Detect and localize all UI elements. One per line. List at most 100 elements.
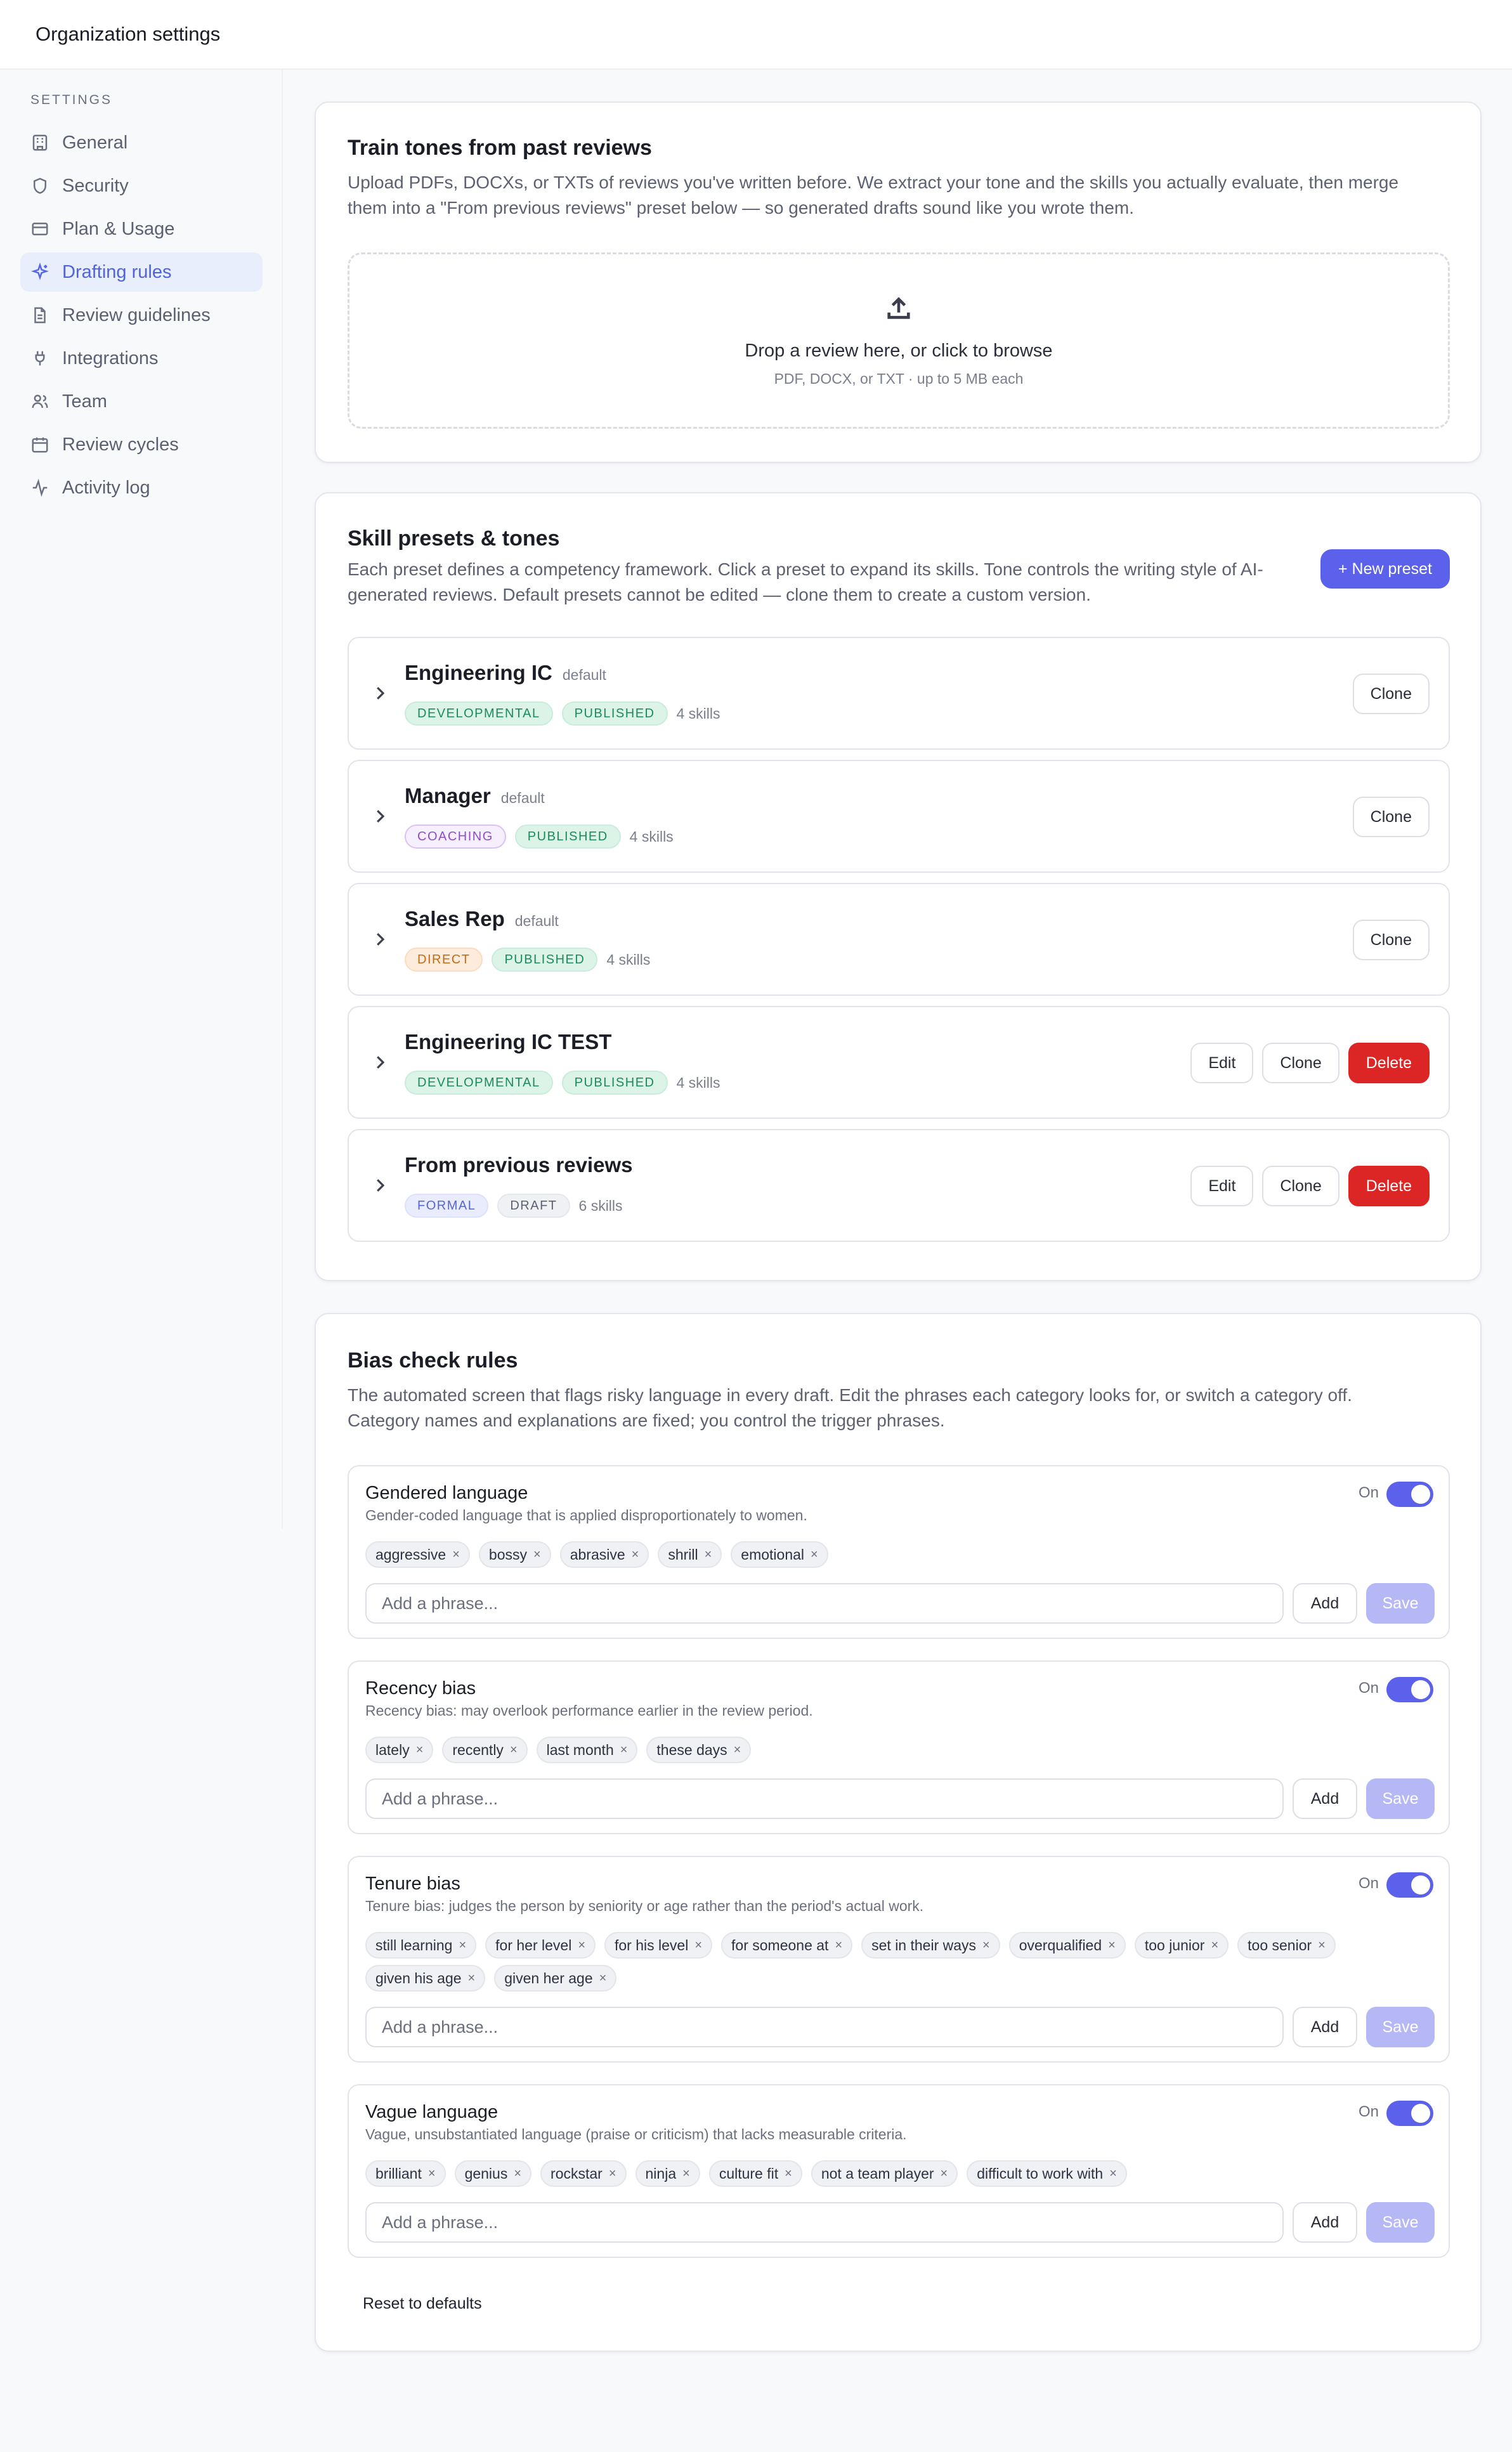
remove-icon[interactable]: × [811,1548,818,1562]
clone-button[interactable]: Clone [1352,920,1430,960]
sidebar-item-label: Integrations [62,348,159,368]
remove-icon[interactable]: × [1211,1938,1218,1953]
save-button[interactable]: Save [1366,2007,1435,2047]
rule-description: Recency bias: may overlook performance e… [365,1702,813,1719]
reset-to-defaults-button[interactable]: Reset to defaults [363,2295,482,2313]
sidebar-item-security[interactable]: Security [20,166,263,205]
remove-icon[interactable]: × [694,1938,702,1953]
remove-icon[interactable]: × [941,2167,948,2181]
sidebar-item-review-cycles[interactable]: Review cycles [20,425,263,464]
sidebar-item-plan-usage[interactable]: Plan & Usage [20,209,263,249]
remove-icon[interactable]: × [1109,2167,1117,2181]
phrase-chip: abrasive × [559,1541,649,1568]
skills-count: 6 skills [578,1197,623,1214]
add-phrase-input[interactable] [365,1778,1284,1819]
sidebar-item-integrations[interactable]: Integrations [20,339,263,378]
preset-row-sales-rep[interactable]: Sales Rep default DIRECT PUBLISHED 4 skil… [348,883,1450,996]
add-phrase-button[interactable]: Add [1293,1583,1357,1624]
remove-icon[interactable]: × [578,1938,585,1953]
save-button[interactable]: Save [1366,2202,1435,2243]
phrase-chips: brilliant × genius × rockstar × ninja × cult… [365,2160,1437,2193]
remove-icon[interactable]: × [416,1743,424,1757]
sidebar-item-activity-log[interactable]: Activity log [20,468,263,507]
chip-label: for someone at [731,1936,829,1953]
remove-icon[interactable]: × [459,1938,466,1953]
remove-icon[interactable]: × [632,1548,639,1562]
preset-row-from-previous-reviews[interactable]: From previous reviews FORMAL DRAFT 6 ski… [348,1129,1450,1242]
rule-toggle[interactable] [1386,2101,1433,2126]
remove-icon[interactable]: × [514,2167,521,2181]
preset-row-engineering-ic-test[interactable]: Engineering IC TEST DEVELOPMENTAL PUBLIS… [348,1006,1450,1119]
rule-description: Vague, unsubstantiated language (praise … [365,2126,907,2142]
clone-button[interactable]: Clone [1262,1166,1339,1206]
sidebar-item-review-guidelines[interactable]: Review guidelines [20,296,263,335]
chevron-right-icon[interactable] [370,1053,389,1072]
remove-icon[interactable]: × [510,1743,518,1757]
sidebar-item-general[interactable]: General [20,123,263,162]
rule-toggle[interactable] [1386,1872,1433,1898]
edit-button[interactable]: Edit [1190,1166,1254,1206]
phrase-chip: these days × [646,1737,752,1763]
remove-icon[interactable]: × [452,1548,460,1562]
add-phrase-row: Add Save [365,1583,1437,1624]
sidebar-item-label: Review guidelines [62,304,211,325]
phrase-chip: last month × [536,1737,638,1763]
sidebar-item-drafting-rules[interactable]: Drafting rules [20,252,263,292]
clone-button[interactable]: Clone [1352,797,1430,837]
add-phrase-button[interactable]: Add [1293,2007,1357,2047]
rule-toggle[interactable] [1386,1677,1433,1702]
edit-button[interactable]: Edit [1190,1043,1254,1083]
preset-row-manager[interactable]: Manager default COACHING PUBLISHED 4 skil… [348,760,1450,873]
chevron-right-icon[interactable] [370,1176,389,1195]
clone-button[interactable]: Clone [1262,1043,1339,1083]
add-phrase-button[interactable]: Add [1293,1778,1357,1819]
remove-icon[interactable]: × [620,1743,628,1757]
chip-label: too senior [1248,1936,1312,1953]
phrase-chip: culture fit × [708,2160,802,2187]
remove-icon[interactable]: × [835,1938,842,1953]
status-badge: PUBLISHED [514,825,621,849]
chevron-right-icon[interactable] [370,684,389,703]
clone-button[interactable]: Clone [1352,674,1430,714]
chip-label: aggressive [375,1546,446,1563]
add-phrase-input[interactable] [365,2202,1284,2243]
remove-icon[interactable]: × [982,1938,990,1953]
remove-icon[interactable]: × [785,2167,792,2181]
sidebar-item-team[interactable]: Team [20,382,263,421]
preset-actions: Clone [1344,797,1430,837]
bias-rules-title: Bias check rules [348,1348,518,1373]
remove-icon[interactable]: × [1318,1938,1326,1953]
phrase-chip: for his level × [604,1932,713,1959]
add-phrase-input[interactable] [365,1583,1284,1624]
remove-icon[interactable]: × [428,2167,436,2181]
remove-icon[interactable]: × [1108,1938,1116,1953]
add-phrase-button[interactable]: Add [1293,2202,1357,2243]
preset-actions: Clone [1344,674,1430,714]
toggle-label: On [1358,2103,1379,2120]
toggle-label: On [1358,1484,1379,1501]
remove-icon[interactable]: × [609,2167,616,2181]
delete-button[interactable]: Delete [1348,1166,1430,1206]
skills-count: 4 skills [676,1074,720,1091]
remove-icon[interactable]: × [533,1548,541,1562]
review-dropzone[interactable]: Drop a review here, or click to browse P… [348,252,1450,429]
preset-row-engineering-ic[interactable]: Engineering IC default DEVELOPMENTAL PUBL… [348,637,1450,750]
chevron-right-icon[interactable] [370,807,389,826]
new-preset-button[interactable]: + New preset [1320,549,1450,589]
document-icon [30,306,49,325]
remove-icon[interactable]: × [468,1971,476,1986]
remove-icon[interactable]: × [682,2167,690,2181]
rule-toggle[interactable] [1386,1482,1433,1507]
chip-label: overqualified [1019,1936,1102,1953]
save-button[interactable]: Save [1366,1778,1435,1819]
phrase-chip: shrill × [658,1541,722,1568]
remove-icon[interactable]: × [705,1548,712,1562]
chevron-right-icon[interactable] [370,930,389,949]
add-phrase-input[interactable] [365,2007,1284,2047]
phrase-chip: emotional × [731,1541,828,1568]
rule-description: Gender-coded language that is applied di… [365,1507,807,1523]
remove-icon[interactable]: × [734,1743,741,1757]
delete-button[interactable]: Delete [1348,1043,1430,1083]
save-button[interactable]: Save [1366,1583,1435,1624]
remove-icon[interactable]: × [599,1971,607,1986]
